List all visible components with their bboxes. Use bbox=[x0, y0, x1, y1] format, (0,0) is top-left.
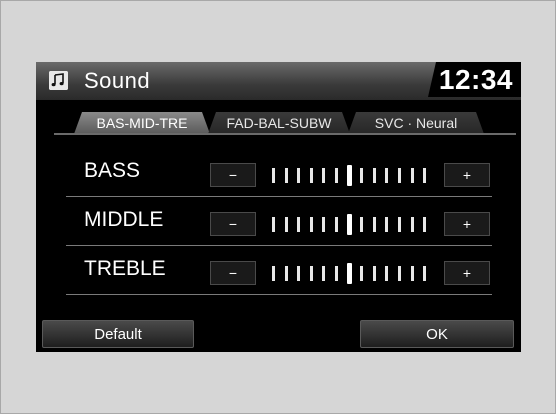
level-tick bbox=[360, 168, 364, 183]
middle-level-scale[interactable] bbox=[272, 214, 432, 235]
level-tick bbox=[322, 217, 326, 232]
sound-screen: Sound 12:34 BAS-MID-TRE FAD-BAL-SUBW SVC… bbox=[36, 62, 521, 352]
level-tick bbox=[360, 217, 364, 232]
treble-row: TREBLE − + bbox=[64, 247, 492, 295]
level-tick bbox=[297, 168, 301, 183]
tab-svc-neural[interactable]: SVC · Neural bbox=[348, 112, 484, 134]
level-tick bbox=[322, 168, 326, 183]
level-tick bbox=[284, 266, 288, 281]
bass-minus-button[interactable]: − bbox=[210, 163, 256, 187]
level-tick bbox=[284, 217, 288, 232]
row-divider bbox=[66, 196, 492, 197]
level-indicator bbox=[346, 214, 352, 235]
level-tick bbox=[309, 168, 313, 183]
level-tick bbox=[410, 217, 414, 232]
level-tick bbox=[360, 266, 364, 281]
bass-level-scale[interactable] bbox=[272, 165, 432, 186]
level-tick bbox=[423, 217, 427, 232]
level-tick bbox=[297, 217, 301, 232]
level-tick bbox=[372, 266, 376, 281]
treble-level-scale[interactable] bbox=[272, 263, 432, 284]
middle-label: MIDDLE bbox=[84, 208, 164, 231]
title-bar: Sound 12:34 bbox=[36, 62, 521, 100]
treble-label: TREBLE bbox=[84, 257, 166, 280]
middle-row: MIDDLE − + bbox=[64, 198, 492, 246]
tab-fad-bal-subw[interactable]: FAD-BAL-SUBW bbox=[208, 112, 350, 134]
level-tick bbox=[309, 217, 313, 232]
level-indicator bbox=[346, 165, 352, 186]
bass-row: BASS − + bbox=[64, 149, 492, 197]
bass-label: BASS bbox=[84, 159, 141, 182]
level-tick bbox=[297, 266, 301, 281]
clock: 12:34 bbox=[438, 64, 513, 95]
level-tick bbox=[335, 168, 338, 183]
level-tick bbox=[309, 266, 313, 281]
default-button[interactable]: Default bbox=[42, 320, 194, 348]
level-tick bbox=[423, 168, 427, 183]
tab-underline bbox=[54, 133, 516, 135]
level-tick bbox=[423, 266, 427, 281]
level-indicator bbox=[346, 263, 352, 284]
level-tick bbox=[335, 266, 338, 281]
level-tick bbox=[385, 266, 389, 281]
treble-plus-button[interactable]: + bbox=[444, 261, 490, 285]
middle-minus-button[interactable]: − bbox=[210, 212, 256, 236]
level-tick bbox=[410, 168, 414, 183]
level-tick bbox=[398, 266, 401, 281]
ok-button[interactable]: OK bbox=[360, 320, 514, 348]
level-tick bbox=[385, 168, 389, 183]
clock-box: 12:34 bbox=[428, 62, 521, 97]
tab-bas-mid-tre[interactable]: BAS-MID-TRE bbox=[74, 112, 210, 134]
level-tick bbox=[284, 168, 288, 183]
bass-plus-button[interactable]: + bbox=[444, 163, 490, 187]
level-tick bbox=[398, 168, 401, 183]
row-divider bbox=[66, 245, 492, 246]
middle-plus-button[interactable]: + bbox=[444, 212, 490, 236]
level-tick bbox=[322, 266, 326, 281]
level-tick bbox=[398, 217, 401, 232]
level-tick bbox=[272, 168, 275, 183]
page-title: Sound bbox=[84, 68, 151, 93]
level-tick bbox=[272, 217, 275, 232]
level-tick bbox=[385, 217, 389, 232]
treble-minus-button[interactable]: − bbox=[210, 261, 256, 285]
level-tick bbox=[372, 217, 376, 232]
level-tick bbox=[372, 168, 376, 183]
level-tick bbox=[272, 266, 275, 281]
music-note-icon bbox=[49, 71, 68, 90]
level-tick bbox=[410, 266, 414, 281]
level-tick bbox=[335, 217, 338, 232]
row-divider bbox=[66, 294, 492, 295]
